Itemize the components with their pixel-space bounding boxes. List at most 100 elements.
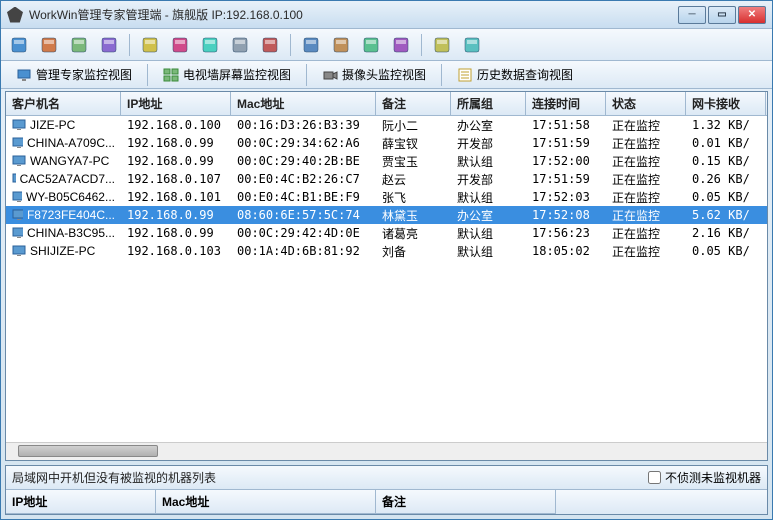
column-header[interactable]: Mac地址 [231, 92, 376, 115]
cell-name: JIZE-PC [6, 117, 121, 133]
close-button[interactable]: ✕ [738, 6, 766, 24]
no-detect-input[interactable] [648, 471, 661, 484]
cell-group: 办公室 [451, 206, 526, 225]
tool-4[interactable] [97, 33, 121, 57]
pc-icon [12, 227, 23, 239]
cell-net: 2.16 KB/ [686, 225, 766, 241]
no-detect-checkbox[interactable]: 不侦测未监视机器 [648, 469, 761, 486]
cell-note: 张飞 [376, 188, 451, 207]
cell-name: WY-B05C6462... [6, 189, 121, 205]
toolbar-icon [70, 36, 88, 54]
tabbar: 管理专家监控视图 电视墙屏幕监控视图 摄像头监控视图 历史数据查询视图 [1, 61, 772, 89]
app-icon [7, 7, 23, 23]
separator [421, 34, 422, 56]
cell-name: CHINA-B3C95... [6, 225, 121, 241]
cell-mac: 00:0C:29:40:2B:BE [231, 153, 376, 169]
cell-ip: 192.168.0.100 [121, 117, 231, 133]
toolbar-icon [362, 36, 380, 54]
table-row[interactable]: WANGYA7-PC192.168.0.9900:0C:29:40:2B:BE贾… [6, 152, 767, 170]
cell-net: 0.15 KB/ [686, 153, 766, 169]
cell-group: 默认组 [451, 224, 526, 243]
cell-status: 正在监控 [606, 116, 686, 135]
window-controls: ─ ▭ ✕ [678, 6, 766, 24]
tool-9[interactable] [258, 33, 282, 57]
cell-name: F8723FE404C... [6, 207, 121, 223]
cell-ip: 192.168.0.99 [121, 153, 231, 169]
minimize-button[interactable]: ─ [678, 6, 706, 24]
toolbar-icon [141, 36, 159, 54]
bottom-column-header[interactable]: Mac地址 [156, 490, 376, 514]
cell-time: 17:51:59 [526, 171, 606, 187]
tool-11[interactable] [329, 33, 353, 57]
cell-net: 1.32 KB/ [686, 117, 766, 133]
tab-label: 历史数据查询视图 [477, 66, 573, 83]
cell-net: 5.62 KB/ [686, 207, 766, 223]
tool-10[interactable] [299, 33, 323, 57]
tool-6[interactable] [168, 33, 192, 57]
table-row[interactable]: F8723FE404C...192.168.0.9908:60:6E:57:5C… [6, 206, 767, 224]
table-row[interactable]: WY-B05C6462...192.168.0.10100:E0:4C:B1:B… [6, 188, 767, 206]
table-row[interactable]: SHIJIZE-PC192.168.0.10300:1A:4D:6B:81:92… [6, 242, 767, 260]
bottom-column-header[interactable]: IP地址 [6, 490, 156, 514]
column-header[interactable]: IP地址 [121, 92, 231, 115]
tool-8[interactable] [228, 33, 252, 57]
bottom-grid-header: IP地址Mac地址备注 [6, 490, 767, 514]
bottom-panel: 局域网中开机但没有被监视的机器列表 不侦测未监视机器 IP地址Mac地址备注 [5, 465, 768, 515]
tool-12[interactable] [359, 33, 383, 57]
scrollbar-thumb[interactable] [18, 445, 158, 457]
table-row[interactable]: CHINA-B3C95...192.168.0.9900:0C:29:42:4D… [6, 224, 767, 242]
horizontal-scrollbar[interactable] [6, 442, 767, 460]
cell-group: 开发部 [451, 170, 526, 189]
tab-label: 摄像头监控视图 [342, 66, 426, 83]
cell-note: 刘备 [376, 242, 451, 261]
tool-14[interactable] [430, 33, 454, 57]
table-row[interactable]: CHINA-A709C...192.168.0.9900:0C:29:34:62… [6, 134, 767, 152]
cell-status: 正在监控 [606, 188, 686, 207]
table-row[interactable]: JIZE-PC192.168.0.10000:16:D3:26:B3:39阮小二… [6, 116, 767, 134]
separator [441, 64, 442, 86]
toolbar-icon [433, 36, 451, 54]
cell-note: 薛宝钗 [376, 134, 451, 153]
camera-icon [322, 67, 338, 83]
maximize-button[interactable]: ▭ [708, 6, 736, 24]
tab-camera[interactable]: 摄像头监控视图 [313, 62, 435, 87]
cell-time: 17:52:08 [526, 207, 606, 223]
tab-label: 电视墙屏幕监控视图 [183, 66, 291, 83]
cell-ip: 192.168.0.99 [121, 207, 231, 223]
cell-name: SHIJIZE-PC [6, 243, 121, 259]
tool-3[interactable] [67, 33, 91, 57]
column-header[interactable]: 备注 [376, 92, 451, 115]
pc-icon [12, 245, 26, 257]
separator [306, 64, 307, 86]
cell-time: 17:52:00 [526, 153, 606, 169]
cell-ip: 192.168.0.99 [121, 225, 231, 241]
tool-1[interactable] [7, 33, 31, 57]
tab-label: 管理专家监控视图 [36, 66, 132, 83]
column-header[interactable]: 状态 [606, 92, 686, 115]
tab-monitor-view[interactable]: 管理专家监控视图 [7, 62, 141, 87]
tool-7[interactable] [198, 33, 222, 57]
column-header[interactable]: 所属组 [451, 92, 526, 115]
table-row[interactable]: CAC52A7ACD7...192.168.0.10700:E0:4C:B2:2… [6, 170, 767, 188]
pc-icon [12, 209, 23, 221]
column-header[interactable]: 网卡接收 [686, 92, 766, 115]
tool-15[interactable] [460, 33, 484, 57]
cell-note: 赵云 [376, 170, 451, 189]
monitor-icon [16, 67, 32, 83]
cell-ip: 192.168.0.101 [121, 189, 231, 205]
cell-time: 17:51:59 [526, 135, 606, 151]
tool-13[interactable] [389, 33, 413, 57]
tab-tv-wall[interactable]: 电视墙屏幕监控视图 [154, 62, 300, 87]
cell-note: 林黛玉 [376, 206, 451, 225]
cell-name: CAC52A7ACD7... [6, 171, 121, 187]
cell-name: CHINA-A709C... [6, 135, 121, 151]
cell-mac: 00:1A:4D:6B:81:92 [231, 243, 376, 259]
tool-2[interactable] [37, 33, 61, 57]
bottom-column-header[interactable]: 备注 [376, 490, 556, 514]
cell-group: 默认组 [451, 188, 526, 207]
column-header[interactable]: 连接时间 [526, 92, 606, 115]
tool-5[interactable] [138, 33, 162, 57]
cell-status: 正在监控 [606, 152, 686, 171]
tab-history[interactable]: 历史数据查询视图 [448, 62, 582, 87]
column-header[interactable]: 客户机名 [6, 92, 121, 115]
